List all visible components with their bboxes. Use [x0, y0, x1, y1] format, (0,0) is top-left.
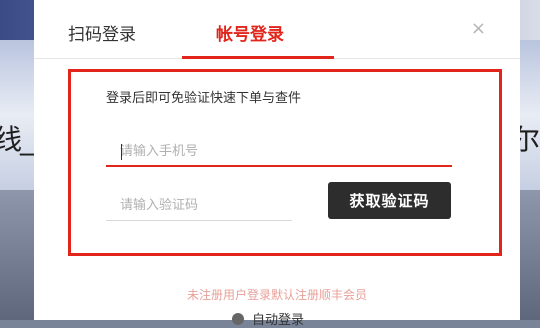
checkbox-icon[interactable]: [232, 312, 244, 325]
tab-account-login[interactable]: 帐号登录: [216, 20, 284, 45]
verification-code-input[interactable]: [106, 191, 292, 221]
tab-qr-login[interactable]: 扫码登录: [68, 20, 136, 45]
login-modal: 扫码登录 帐号登录 × 登录后即可免验证快速下单与查件 获取验证码 未注册用户登…: [34, 0, 520, 328]
get-code-button[interactable]: 获取验证码: [328, 182, 451, 219]
form-hint: 登录后即可免验证快速下单与查件: [106, 91, 302, 106]
active-tab-indicator: [182, 56, 334, 59]
auto-login-option[interactable]: 自动登录: [232, 309, 304, 328]
background-text-left: 线_: [0, 123, 34, 156]
login-form: 登录后即可免验证快速下单与查件 获取验证码: [68, 69, 502, 256]
text-caret: [121, 144, 122, 160]
close-icon[interactable]: ×: [471, 18, 486, 39]
auto-login-label: 自动登录: [252, 313, 305, 328]
phone-input[interactable]: [106, 137, 452, 167]
login-tabs: 扫码登录 帐号登录 ×: [34, 0, 520, 59]
registration-notice: 未注册用户登录默认注册顺丰会员: [186, 288, 367, 302]
